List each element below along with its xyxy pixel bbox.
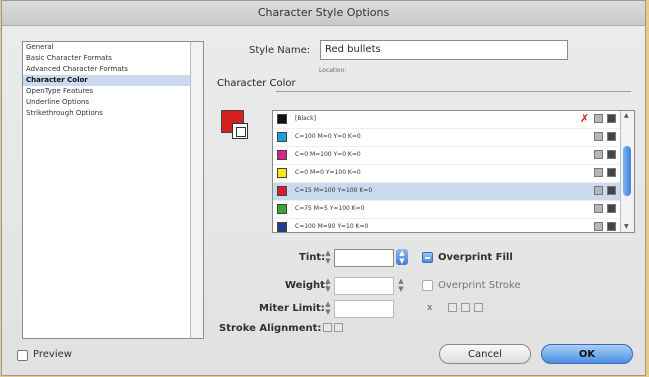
cmyk-icon	[607, 150, 616, 159]
location-label: Location:	[319, 67, 347, 74]
process-icon	[594, 204, 603, 213]
overprint-stroke-label: Overprint Stroke	[438, 280, 521, 291]
swatch-name: C=100 M=0 Y=0 K=0	[295, 133, 361, 140]
align-outside-icon[interactable]	[334, 323, 343, 332]
swatch-chip	[277, 114, 287, 124]
swatch-row[interactable]: [Black] ✗	[273, 111, 634, 129]
cmyk-icon	[607, 186, 616, 195]
stroke-swatch[interactable]	[232, 123, 248, 139]
swatch-name: [Black]	[295, 115, 316, 122]
cmyk-icon	[607, 222, 616, 231]
miter-join-icon[interactable]	[448, 303, 457, 312]
character-style-options-dialog: Character Style Options General Basic Ch…	[1, 0, 646, 376]
overprint-fill-checkbox[interactable]	[422, 252, 433, 263]
swatch-chip	[277, 150, 287, 160]
process-icon	[594, 132, 603, 141]
process-icon	[594, 222, 603, 231]
category-list-scrollbar[interactable]	[190, 42, 203, 338]
section-divider	[276, 91, 631, 92]
swatch-row[interactable]: C=100 M=90 Y=10 K=0	[273, 219, 634, 237]
no-edit-icon: ✗	[580, 112, 590, 125]
ok-button[interactable]: OK	[541, 344, 633, 364]
tint-dropdown-button[interactable]: ▲ ▼	[396, 249, 408, 265]
swatch-chip	[277, 204, 287, 214]
align-center-icon[interactable]	[323, 323, 332, 332]
cmyk-icon	[607, 168, 616, 177]
style-name-input[interactable]: Red bullets	[320, 40, 568, 60]
swatch-row[interactable]: C=0 M=100 Y=0 K=0	[273, 147, 634, 165]
miter-limit-input[interactable]	[334, 300, 394, 318]
swatch-chip	[277, 222, 287, 232]
swatch-row[interactable]: C=100 M=0 Y=0 K=0	[273, 129, 634, 147]
swatch-name: C=15 M=100 Y=100 K=0	[295, 187, 373, 194]
preview-label: Preview	[33, 349, 72, 360]
preview-checkbox[interactable]	[17, 350, 28, 361]
scroll-down-icon[interactable]: ▼	[624, 223, 629, 230]
style-name-label: Style Name:	[249, 45, 311, 56]
swatch-row[interactable]: C=0 M=0 Y=100 K=0	[273, 165, 634, 183]
overprint-fill-label: Overprint Fill	[438, 252, 513, 263]
process-icon	[594, 150, 603, 159]
swatch-name: C=100 M=90 Y=10 K=0	[295, 223, 369, 230]
swatch-name: C=75 M=5 Y=100 K=0	[295, 205, 365, 212]
miter-stepper-icon[interactable]: ▲ ▼	[323, 300, 333, 316]
weight-dropdown-icon[interactable]: ▲ ▼	[396, 277, 406, 293]
swatch-chip	[277, 168, 287, 178]
process-icon	[594, 168, 603, 177]
cmyk-icon	[607, 114, 616, 123]
tint-label: Tint:	[299, 252, 326, 263]
swatch-chip	[277, 186, 287, 196]
swatch-list-scrollbar[interactable]: ▲ ▼	[620, 111, 634, 232]
cancel-button[interactable]: Cancel	[439, 344, 531, 364]
category-opentype-features[interactable]: OpenType Features	[23, 86, 203, 97]
bevel-join-icon[interactable]	[474, 303, 483, 312]
category-character-color[interactable]: Character Color	[23, 75, 203, 86]
swatch-chip	[277, 132, 287, 142]
category-general[interactable]: General	[23, 42, 203, 53]
dialog-title: Character Style Options	[2, 1, 645, 26]
stroke-alignment-label: Stroke Alignment:	[219, 323, 322, 334]
category-underline-options[interactable]: Underline Options	[23, 97, 203, 108]
swatch-name: C=0 M=100 Y=0 K=0	[295, 151, 361, 158]
tint-stepper-icon[interactable]: ▲ ▼	[323, 249, 333, 265]
weight-stepper-icon[interactable]: ▲ ▼	[323, 277, 333, 293]
cmyk-icon	[607, 132, 616, 141]
section-title: Character Color	[217, 78, 296, 89]
swatch-list: [Black] ✗ C=100 M=0 Y=0 K=0 C=0 M=100 Y=…	[272, 110, 635, 237]
scroll-thumb[interactable]	[623, 146, 631, 196]
swatch-row-selected[interactable]: C=15 M=100 Y=100 K=0	[273, 183, 634, 201]
overprint-stroke-checkbox[interactable]	[422, 280, 433, 291]
swatch-row[interactable]: C=75 M=5 Y=100 K=0	[273, 201, 634, 219]
scroll-up-icon[interactable]: ▲	[624, 112, 629, 119]
process-icon	[594, 114, 603, 123]
miter-unit: x	[427, 303, 433, 313]
category-list: General Basic Character Formats Advanced…	[22, 41, 204, 339]
weight-input[interactable]	[334, 277, 394, 295]
category-advanced-character-formats[interactable]: Advanced Character Formats	[23, 64, 203, 75]
miter-limit-label: Miter Limit:	[259, 303, 325, 314]
tint-input[interactable]	[334, 249, 394, 267]
round-join-icon[interactable]	[461, 303, 470, 312]
swatch-name: C=0 M=0 Y=100 K=0	[295, 169, 361, 176]
category-basic-character-formats[interactable]: Basic Character Formats	[23, 53, 203, 64]
category-strikethrough-options[interactable]: Strikethrough Options	[23, 108, 203, 119]
cmyk-icon	[607, 204, 616, 213]
process-icon	[594, 186, 603, 195]
